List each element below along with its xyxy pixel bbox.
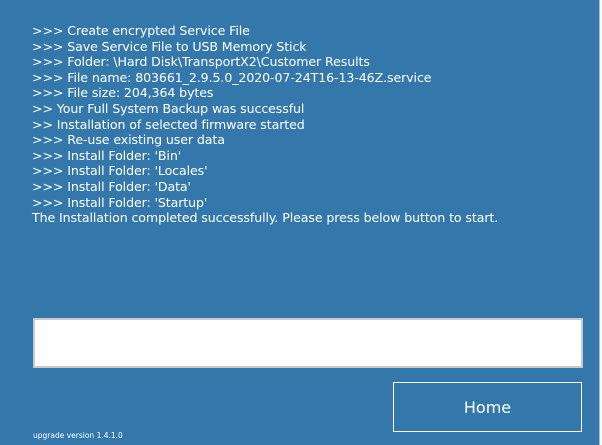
log-line: >>> Install Folder: 'Data': [32, 178, 191, 194]
log-line: >>> Save Service File to USB Memory Stic…: [32, 38, 307, 54]
log-line: >>> Install Folder: 'Startup': [32, 194, 208, 210]
home-button[interactable]: Home: [393, 382, 582, 432]
log-line: >>> Create encrypted Service File: [32, 23, 250, 38]
log-line: >> Installation of selected firmware sta…: [32, 116, 305, 132]
log-line: >>> File name: 803661_2.9.5.0_2020-07-24…: [32, 69, 432, 85]
version-label: upgrade version 1.4.1.0: [33, 431, 123, 440]
log-line: >> Your Full System Backup was successfu…: [32, 100, 305, 116]
installer-window: >>> Create encrypted Service File >>> Sa…: [0, 0, 600, 445]
log-line: >>> Install Folder: 'Locales': [32, 163, 208, 179]
log-line: >>> Install Folder: 'Bin': [32, 147, 182, 163]
log-line: >>> Folder: \Hard Disk\TransportX2\Custo…: [32, 54, 370, 70]
log-line-final: The Installation completed successfully.…: [32, 210, 499, 226]
install-log: >>> Create encrypted Service File >>> Sa…: [32, 23, 592, 226]
log-line: >>> File size: 204,364 bytes: [32, 85, 214, 101]
progress-bar: [33, 318, 583, 368]
log-line: >>> Re-use existing user data: [32, 132, 225, 148]
